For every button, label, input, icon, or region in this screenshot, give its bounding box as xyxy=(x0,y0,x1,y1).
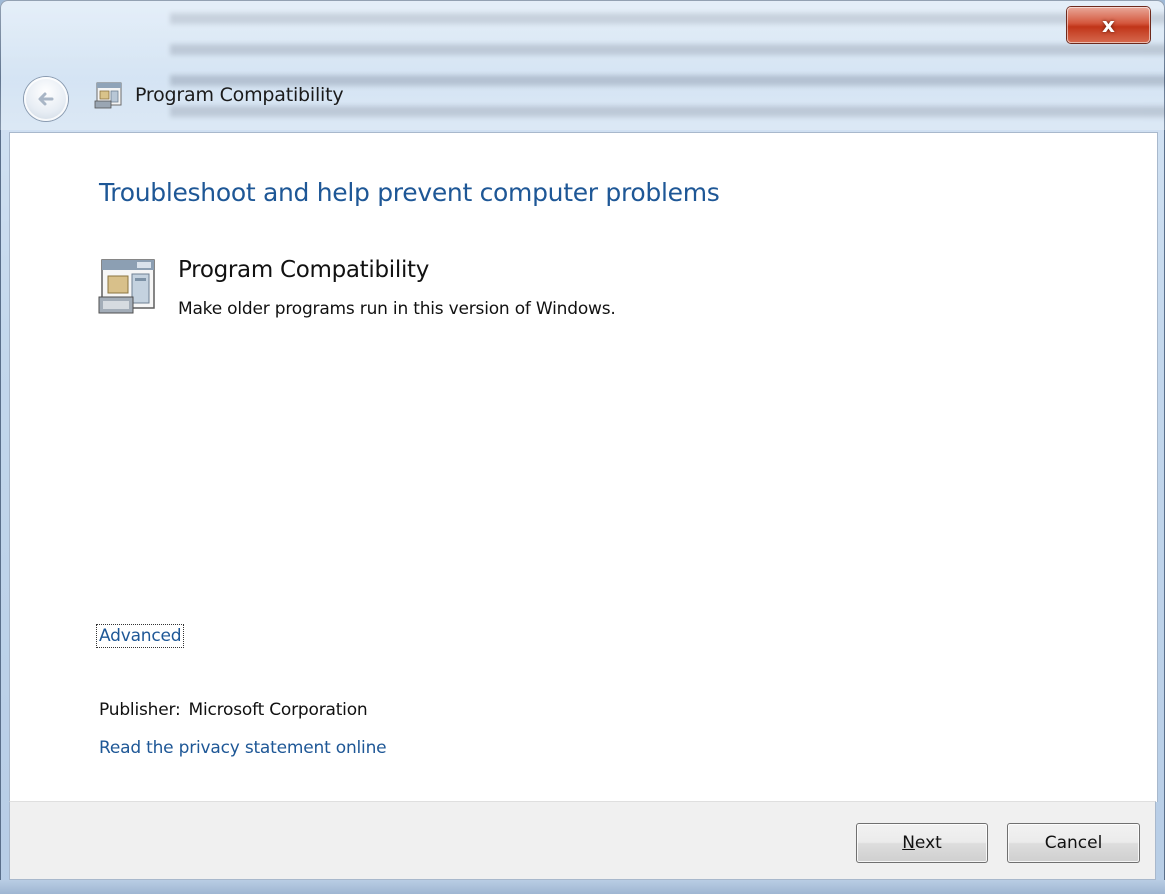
next-button-label: ext xyxy=(914,833,942,853)
window-bottom-border xyxy=(0,880,1165,894)
cancel-button[interactable]: Cancel xyxy=(1007,823,1140,863)
page-heading: Troubleshoot and help prevent computer p… xyxy=(99,178,720,207)
program-compatibility-icon xyxy=(94,82,122,109)
button-bar: Next Cancel xyxy=(9,801,1156,880)
privacy-statement-link[interactable]: Read the privacy statement online xyxy=(99,738,387,758)
window-title: Program Compatibility xyxy=(135,84,344,106)
cancel-button-label: Cancel xyxy=(1044,833,1103,853)
publisher-info: Publisher: Microsoft Corporation xyxy=(99,700,368,720)
back-button[interactable] xyxy=(24,77,68,121)
next-button-accelerator: N xyxy=(902,833,915,853)
troubleshooter-window: x Program Compatibility Troubleshoot and… xyxy=(0,0,1165,894)
program-compatibility-icon[interactable] xyxy=(97,257,159,315)
item-description: Make older programs run in this version … xyxy=(178,299,616,319)
publisher-label: Publisher: xyxy=(99,700,181,720)
next-button[interactable]: Next xyxy=(856,823,988,863)
advanced-link[interactable]: Advanced xyxy=(95,624,185,648)
close-icon: x xyxy=(1102,13,1115,37)
close-button[interactable]: x xyxy=(1067,7,1150,43)
item-title[interactable]: Program Compatibility xyxy=(178,257,429,283)
content-pane: Troubleshoot and help prevent computer p… xyxy=(9,132,1158,802)
publisher-value: Microsoft Corporation xyxy=(188,700,368,720)
title-bar-glass xyxy=(0,0,1165,130)
back-arrow-icon xyxy=(38,92,54,106)
